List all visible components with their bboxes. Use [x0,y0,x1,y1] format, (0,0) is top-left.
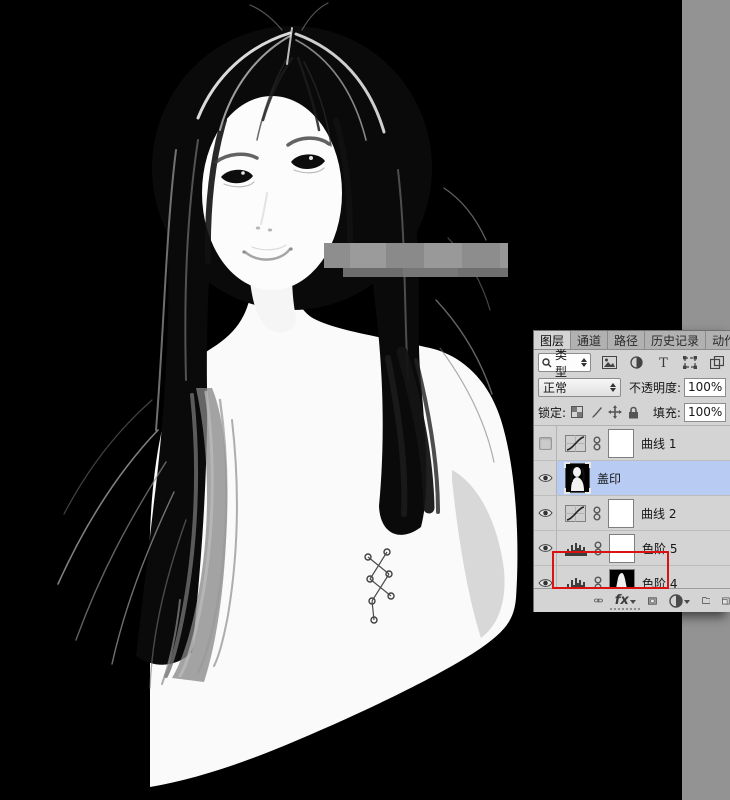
chevron-updown-icon [581,358,587,367]
chevron-down-icon [629,600,636,604]
lock-paint-icon[interactable] [589,404,604,420]
layer-mask-thumbnail[interactable] [608,428,634,458]
panel-resize-grip[interactable] [610,608,640,610]
chevron-down-icon [683,599,690,604]
mask-link-icon [594,541,602,555]
visibility-toggle[interactable] [534,496,557,530]
layer-row-stamp[interactable]: 盖印 [534,461,730,496]
censor-block [458,268,508,277]
censor-block [343,268,403,277]
eye-icon [537,509,553,517]
opacity-label: 不透明度: [628,380,681,395]
layer-mask-thumbnail[interactable] [608,498,634,528]
layer-name: 色阶 5 [642,541,678,556]
censor-block [324,243,350,268]
visibility-toggle[interactable] [534,461,557,495]
lock-transparency-icon[interactable] [570,404,585,420]
filter-shape-layers-icon[interactable] [681,355,699,371]
mask-link-icon [593,506,601,520]
layer-name: 盖印 [597,471,622,486]
censor-block [462,243,500,268]
add-layer-mask-icon[interactable] [647,594,657,608]
lock-move-icon[interactable] [607,404,622,420]
filter-type-layers-icon[interactable]: T [654,355,672,371]
layer-row-levels5[interactable]: 色阶 5 [534,531,730,566]
new-layer-icon[interactable] [722,594,730,608]
layer-name: 曲线 1 [641,436,677,451]
blend-mode-value: 正常 [543,380,568,395]
layer-name: 色阶 4 [642,576,678,590]
filter-adjustment-layers-icon[interactable] [627,355,645,371]
curves-adjustment-icon [565,434,586,452]
tab-channels[interactable]: 通道 [571,331,609,349]
filter-smart-objects-icon[interactable] [708,355,726,371]
censor-block [424,243,462,268]
eye-icon [537,474,553,482]
curves-adjustment-icon [565,504,586,522]
censored-watermark-bar [324,243,508,268]
blend-mode-row: 正常 不透明度: 100% [534,375,730,399]
censor-block [350,243,386,268]
fill-value: 100% [687,405,723,419]
layer-mask-thumbnail[interactable] [609,533,635,563]
layer-mask-thumbnail-black[interactable] [609,568,635,589]
filter-type-dropdown[interactable]: 类型 [538,348,591,379]
blend-mode-select[interactable]: 正常 [538,377,621,397]
chevron-updown-icon [609,382,616,392]
filter-pixel-layers-icon[interactable] [600,355,618,371]
layers-panel: 图层 通道 路径 历史记录 动作 类型 T [533,330,730,612]
tab-paths[interactable]: 路径 [608,331,646,349]
levels-adjustment-icon [565,577,587,589]
link-layers-icon[interactable] [594,596,603,605]
layer-row-curves2[interactable]: 曲线 2 [534,496,730,531]
tab-history[interactable]: 历史记录 [645,331,707,349]
visibility-toggle[interactable] [534,531,557,565]
tab-actions[interactable]: 动作 [706,331,730,349]
layer-row-levels4[interactable]: 色阶 4 [534,566,730,589]
photoshop-window: 图层 通道 路径 历史记录 动作 类型 T [0,0,730,800]
layer-row-curves1[interactable]: 曲线 1 [534,426,730,461]
mask-link-icon [593,436,601,450]
censor-block [500,243,508,268]
lock-row: 锁定: 填充: 100% [534,399,730,425]
visibility-toggle[interactable] [534,566,557,589]
mask-link-icon [594,576,602,589]
fill-input[interactable]: 100% [683,402,726,422]
stamp-layer-thumbnail[interactable] [564,462,591,494]
layer-list: 曲线 1 盖印 曲线 2 色阶 5 色阶 4 [534,425,730,589]
search-icon [542,357,552,367]
new-adjustment-layer-icon[interactable] [668,593,683,608]
visibility-toggle[interactable] [534,426,557,460]
svg-text:T: T [659,356,668,369]
lock-label: 锁定: [538,405,567,420]
layer-style-button[interactable]: fx [615,593,629,608]
eye-icon [537,544,553,552]
censor-block [386,243,424,268]
visibility-off-box [538,436,552,450]
censored-watermark-bar-lower [343,268,508,277]
opacity-input[interactable]: 100% [684,377,726,397]
new-group-icon[interactable] [701,594,711,607]
fill-label: 填充: [652,405,681,420]
layer-filter-row: 类型 T [534,348,730,379]
lock-all-icon[interactable] [626,404,641,420]
filter-type-label: 类型 [555,347,568,379]
eye-icon [537,579,553,587]
opacity-value: 100% [688,380,723,394]
levels-adjustment-icon [565,542,587,556]
layer-name: 曲线 2 [641,506,677,521]
censor-block [403,268,458,277]
panel-footer-bar: fx [534,588,730,612]
